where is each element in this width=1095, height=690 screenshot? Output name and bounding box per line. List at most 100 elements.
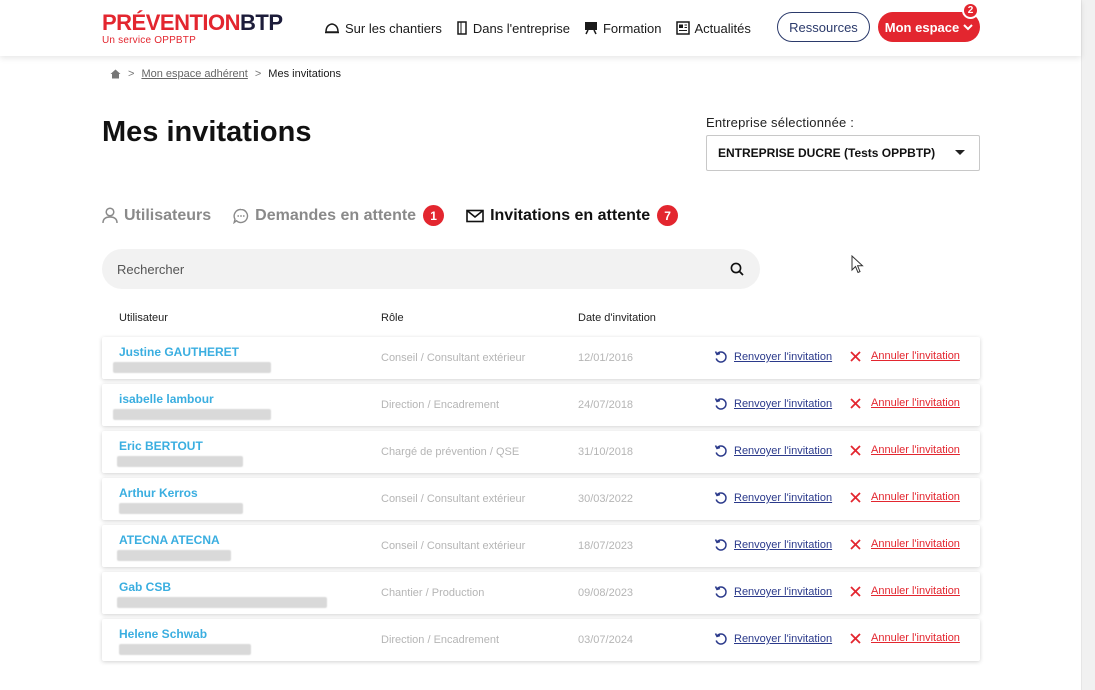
home-icon[interactable]	[110, 69, 121, 79]
cancel-label: Annuler l'invitation	[871, 491, 960, 503]
user-name-link[interactable]: Justine GAUTHERET	[119, 345, 239, 359]
resend-label: Renvoyer l'invitation	[734, 633, 833, 645]
notification-badge: 2	[962, 2, 979, 19]
user-role: Direction / Encadrement	[381, 399, 499, 411]
nav-item-formation[interactable]: Formation	[584, 21, 662, 36]
logo-text-prevention: PRÉVENTION	[102, 10, 241, 35]
table-row: Arthur Kerros Conseil / Consultant extéri…	[102, 478, 980, 520]
resend-invitation-link[interactable]: Renvoyer l'invitation	[714, 632, 832, 646]
breadcrumb-separator: >	[254, 68, 262, 80]
user-name-link[interactable]: Arthur Kerros	[119, 486, 198, 500]
user-role: Conseil / Consultant extérieur	[381, 352, 526, 364]
resend-label: Renvoyer l'invitation	[734, 445, 833, 457]
mouse-cursor-icon	[851, 255, 864, 274]
redacted-email	[119, 503, 243, 514]
tabs: Utilisateurs Demandes en attente 1 Invit…	[102, 205, 700, 226]
refresh-icon	[714, 492, 727, 504]
site-header: PRÉVENTIONBTP Un service OPPBTP Sur les …	[0, 0, 1081, 56]
invitation-date: 03/07/2024	[578, 634, 634, 646]
logo-text-btp: BTP	[240, 10, 283, 35]
ressources-button[interactable]: Ressources	[777, 12, 870, 42]
nav-item-actualites[interactable]: Actualités	[675, 21, 751, 36]
nav-label: Sur les chantiers	[345, 20, 442, 36]
cancel-invitation-link[interactable]: Annuler l'invitation	[850, 632, 960, 644]
redacted-email	[113, 409, 271, 420]
user-role: Conseil / Consultant extérieur	[381, 493, 526, 505]
company-select-value: ENTREPRISE DUCRE (Tests OPPBTP)	[718, 146, 936, 160]
user-role: Chantier / Production	[381, 587, 485, 599]
mon-espace-label: Mon espace	[884, 19, 960, 35]
user-role: Direction / Encadrement	[381, 634, 499, 646]
refresh-icon	[714, 398, 727, 410]
cancel-invitation-link[interactable]: Annuler l'invitation	[850, 444, 960, 456]
tab-demandes[interactable]: Demandes en attente 1	[233, 205, 445, 226]
resend-invitation-link[interactable]: Renvoyer l'invitation	[714, 538, 832, 552]
tab-label: Utilisateurs	[124, 206, 212, 224]
user-name-link[interactable]: isabelle lambour	[119, 392, 214, 406]
tab-utilisateurs[interactable]: Utilisateurs	[102, 207, 211, 225]
invitation-date: 12/01/2016	[578, 352, 634, 364]
resend-invitation-link[interactable]: Renvoyer l'invitation	[714, 444, 832, 458]
resend-invitation-link[interactable]: Renvoyer l'invitation	[714, 585, 832, 599]
resend-label: Renvoyer l'invitation	[734, 492, 833, 504]
table-row: isabelle lambour Direction / Encadrement 2…	[102, 384, 980, 426]
column-header-role: Rôle	[381, 312, 404, 324]
search-icon[interactable]	[730, 262, 744, 276]
user-name-link[interactable]: ATECNA ATECNA	[119, 533, 220, 547]
invitation-date: 24/07/2018	[578, 399, 634, 411]
breadcrumb: > Mon espace adhérent > Mes invitations	[110, 68, 341, 80]
user-name-link[interactable]: Helene Schwab	[119, 627, 207, 641]
cancel-invitation-link[interactable]: Annuler l'invitation	[850, 350, 960, 362]
count-badge: 7	[657, 205, 679, 226]
user-role: Chargé de prévention / QSE	[381, 446, 520, 458]
table-row: Justine GAUTHERET Conseil / Consultant ex…	[102, 337, 980, 379]
close-icon	[850, 491, 861, 503]
cancel-label: Annuler l'invitation	[871, 350, 960, 362]
building-icon	[457, 21, 467, 35]
refresh-icon	[714, 351, 727, 363]
resend-label: Renvoyer l'invitation	[734, 398, 833, 410]
breadcrumb-parent-link[interactable]: Mon espace adhérent	[141, 68, 247, 80]
search-input[interactable]	[117, 261, 717, 277]
tab-label: Demandes en attente	[255, 206, 417, 224]
redacted-email	[113, 362, 271, 373]
resend-label: Renvoyer l'invitation	[734, 351, 833, 363]
nav-label: Formation	[602, 20, 662, 36]
close-icon	[850, 585, 861, 597]
scrollbar[interactable]	[1081, 0, 1095, 690]
company-select-label: Entreprise sélectionnée :	[706, 115, 855, 130]
chat-bubble-icon	[233, 208, 249, 224]
board-icon	[584, 22, 597, 35]
cancel-label: Annuler l'invitation	[871, 397, 960, 409]
nav-item-chantiers[interactable]: Sur les chantiers	[324, 21, 442, 36]
redacted-email	[117, 456, 243, 467]
resend-invitation-link[interactable]: Renvoyer l'invitation	[714, 350, 832, 364]
logo[interactable]: PRÉVENTIONBTP Un service OPPBTP	[102, 10, 283, 47]
breadcrumb-separator: >	[128, 68, 135, 80]
table-row: Helene Schwab Direction / Encadrement 03/0…	[102, 619, 980, 661]
company-select[interactable]: ENTREPRISE DUCRE (Tests OPPBTP)	[706, 135, 980, 171]
redacted-email	[117, 550, 231, 561]
invitation-date: 30/03/2022	[578, 493, 634, 505]
table-row: Gab CSB Chantier / Production 09/08/2023 Re…	[102, 572, 980, 614]
count-badge: 1	[423, 205, 445, 226]
caret-down-icon	[955, 150, 965, 155]
invitation-date: 31/10/2018	[578, 446, 634, 458]
tab-invitations[interactable]: Invitations en attente 7	[466, 205, 679, 226]
user-role: Conseil / Consultant extérieur	[381, 540, 526, 552]
table-row: Eric BERTOUT Chargé de prévention / QSE 31…	[102, 431, 980, 473]
cancel-label: Annuler l'invitation	[871, 444, 960, 456]
cancel-invitation-link[interactable]: Annuler l'invitation	[850, 585, 960, 597]
nav-item-entreprise[interactable]: Dans l'entreprise	[456, 21, 570, 36]
resend-invitation-link[interactable]: Renvoyer l'invitation	[714, 491, 832, 505]
envelope-icon	[466, 209, 484, 222]
resend-invitation-link[interactable]: Renvoyer l'invitation	[714, 397, 832, 411]
cancel-invitation-link[interactable]: Annuler l'invitation	[850, 538, 960, 550]
cancel-invitation-link[interactable]: Annuler l'invitation	[850, 397, 960, 409]
user-name-link[interactable]: Eric BERTOUT	[119, 439, 203, 453]
chevron-down-icon	[963, 23, 973, 30]
user-name-link[interactable]: Gab CSB	[119, 580, 171, 594]
search-bar	[102, 249, 760, 289]
close-icon	[850, 444, 861, 456]
cancel-invitation-link[interactable]: Annuler l'invitation	[850, 491, 960, 503]
